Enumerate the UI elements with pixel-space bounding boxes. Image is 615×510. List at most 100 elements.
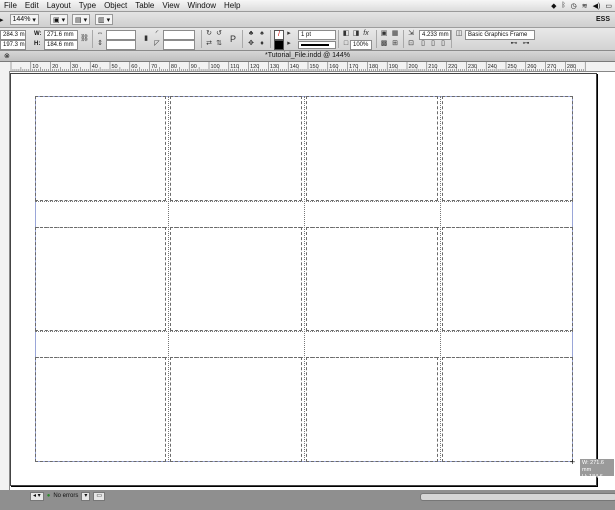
w-label: W:: [34, 31, 42, 37]
dropbox-icon[interactable]: ◆: [551, 2, 556, 10]
constrain-proportions-icon[interactable]: ⛓: [80, 35, 89, 43]
graphics-frame[interactable]: [170, 227, 302, 331]
align-right-icon[interactable]: ▯: [439, 40, 447, 48]
graphics-frame[interactable]: [442, 96, 573, 201]
rotate-cw-icon[interactable]: ↻: [205, 30, 213, 38]
rotate-ccw-icon[interactable]: ↺: [215, 30, 223, 38]
chevron-down-icon[interactable]: ▸: [285, 40, 293, 48]
opacity-field[interactable]: 100%: [350, 40, 372, 50]
screen-mode-icon: ▤: [75, 16, 82, 24]
align-center-icon[interactable]: ▯: [429, 40, 437, 48]
horizontal-ruler[interactable]: 10 20 30 40 50 60 70 80 90 100 110 120 130 140 150 160 1…: [0, 62, 615, 72]
graphics-frame[interactable]: [35, 357, 166, 462]
wifi-icon[interactable]: ≋: [582, 2, 588, 10]
select-next-icon[interactable]: ♦: [258, 40, 266, 48]
menu-object[interactable]: Object: [100, 0, 131, 11]
ruler-label: 60: [131, 64, 137, 70]
bluetooth-icon[interactable]: ᛒ: [561, 2, 565, 9]
page-prev-button[interactable]: ◂ ▾: [30, 491, 44, 501]
vertical-guide[interactable]: [304, 96, 305, 462]
menu-window[interactable]: Window: [184, 0, 220, 11]
rotation-field[interactable]: [163, 30, 195, 40]
graphics-frame[interactable]: [442, 227, 573, 331]
screen-mode-dropdown[interactable]: ▤ ▾: [72, 14, 91, 25]
ruler-label: 90: [191, 64, 197, 70]
flip-horizontal-icon[interactable]: ⇄: [205, 40, 213, 48]
graphics-frame[interactable]: [442, 357, 573, 462]
height-field[interactable]: 184.6 mm: [44, 40, 78, 50]
battery-icon[interactable]: ▭: [605, 2, 612, 10]
menu-view[interactable]: View: [158, 0, 183, 11]
ruler-label: 160: [329, 64, 338, 70]
scale-x-field[interactable]: [106, 30, 136, 40]
chevron-down-icon[interactable]: ▸: [285, 30, 293, 38]
fx-icon[interactable]: fx: [362, 30, 370, 38]
graphics-frame[interactable]: [170, 96, 302, 201]
menu-edit[interactable]: Edit: [21, 0, 43, 11]
flip-vertical-icon[interactable]: ⇅: [215, 40, 223, 48]
width-field[interactable]: 271.6 mm: [44, 30, 78, 40]
unlink-icon[interactable]: ⊶: [522, 40, 530, 48]
ruler-label: 210: [428, 64, 437, 70]
drop-shadow-icon[interactable]: ◧: [342, 30, 350, 38]
volume-icon[interactable]: ◀): [593, 2, 601, 10]
scale-y-field[interactable]: [106, 40, 136, 50]
control-panel: X: 284.3 mm Y: 197.3 mm W: 271.6 mm H: 1…: [0, 28, 615, 51]
fill-swatch-icon[interactable]: /: [274, 30, 284, 40]
zoom-dropdown[interactable]: 144% ▾: [9, 14, 39, 25]
preflight-dropdown[interactable]: ▾: [81, 491, 91, 501]
arrange-documents: ▥ ▾: [95, 14, 114, 25]
graphics-frame[interactable]: [306, 357, 438, 462]
select-content-icon[interactable]: ✥: [247, 40, 255, 48]
ruler-label: 150: [310, 64, 319, 70]
columns-icon[interactable]: ⊡: [407, 40, 415, 48]
stroke-weight-field[interactable]: 1 pt: [298, 30, 336, 40]
link-icon[interactable]: ⊷: [510, 40, 518, 48]
ruler-label: 10: [32, 64, 38, 70]
time-machine-icon[interactable]: ◷: [571, 2, 577, 10]
offset-field[interactable]: 4.233 mm: [419, 30, 451, 40]
vertical-ruler[interactable]: [0, 71, 10, 490]
text-wrap-icon[interactable]: ⇲: [407, 30, 415, 38]
menu-type[interactable]: Type: [75, 0, 100, 11]
effects-icon[interactable]: ◨: [352, 30, 360, 38]
object-style-dropdown[interactable]: Basic Graphics Frame: [465, 30, 535, 40]
rotation-icon: ◜: [155, 30, 159, 37]
fill-proportionally-icon[interactable]: ▩: [380, 40, 388, 48]
select-container-icon[interactable]: ♣: [247, 30, 255, 38]
vertical-guide[interactable]: [168, 96, 169, 462]
preflight-status[interactable]: No errors: [53, 493, 78, 499]
ruler-label: 280: [567, 64, 576, 70]
x-position-field[interactable]: 284.3 mm: [0, 30, 26, 40]
constrain-scale-icon[interactable]: ▮: [142, 35, 150, 43]
graphics-frame[interactable]: [35, 96, 166, 201]
document-tab-title[interactable]: *Tutorial_File.indd @ 144%: [0, 52, 615, 59]
stroke-swatch-icon[interactable]: [274, 40, 284, 50]
arrange-documents-dropdown[interactable]: ▥ ▾: [95, 14, 114, 25]
shear-field[interactable]: [163, 40, 195, 50]
menu-help[interactable]: Help: [220, 0, 244, 11]
graphics-frame[interactable]: [306, 227, 438, 331]
shear-icon: ◸: [154, 40, 160, 47]
document-tab-bar: ⊗ *Tutorial_File.indd @ 144%: [0, 51, 615, 62]
view-options-dropdown[interactable]: ▣ ▾: [50, 14, 69, 25]
fit-content-icon[interactable]: ▣: [380, 30, 388, 38]
graphics-frame[interactable]: [35, 227, 166, 331]
dimension-tooltip: W: 271.6 mm H: 184.6 mm: [580, 459, 614, 487]
align-left-icon[interactable]: ▯: [419, 40, 427, 48]
stroke-type-dropdown[interactable]: [298, 41, 336, 49]
horizontal-scrollbar[interactable]: [420, 493, 615, 501]
menu-file[interactable]: File: [0, 0, 21, 11]
workspace-switcher[interactable]: ESS: [596, 14, 610, 25]
center-content-icon[interactable]: ⊞: [391, 40, 399, 48]
fit-frame-icon[interactable]: ▦: [391, 30, 399, 38]
open-preflight-icon[interactable]: ▭: [93, 491, 106, 501]
menu-layout[interactable]: Layout: [43, 0, 75, 11]
graphics-frame[interactable]: [170, 357, 302, 462]
select-previous-icon[interactable]: ♠: [258, 30, 266, 38]
ruler-label: 110: [230, 64, 239, 70]
graphics-frame[interactable]: [306, 96, 438, 201]
y-position-field[interactable]: 197.3 mm: [0, 40, 26, 50]
vertical-guide[interactable]: [440, 96, 441, 462]
menu-table[interactable]: Table: [131, 0, 158, 11]
